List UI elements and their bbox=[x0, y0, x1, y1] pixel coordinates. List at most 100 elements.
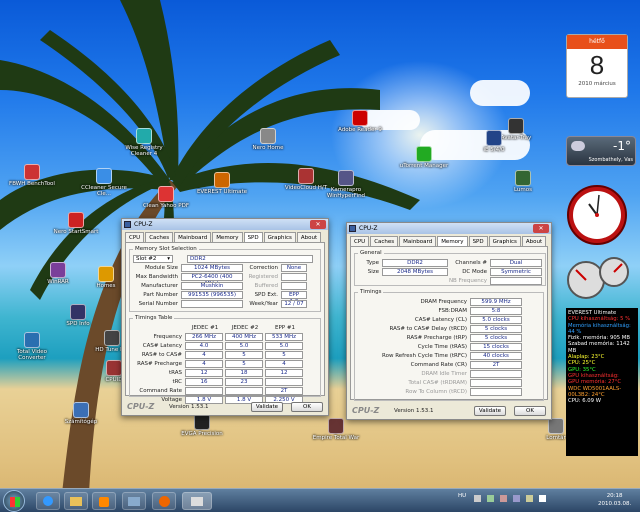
general-section: General Type DDR2 Channels # Dual Size 2… bbox=[354, 250, 546, 286]
tab-mainboard[interactable]: Mainboard bbox=[399, 236, 437, 246]
app-icon bbox=[73, 402, 89, 418]
slot-select[interactable]: Slot #2 ▾ bbox=[133, 254, 173, 263]
taskbar-firefox-icon[interactable] bbox=[152, 492, 176, 510]
app-icon bbox=[50, 262, 66, 278]
sensor-line: WDC WD5001AALS-00L3B2: 24°C bbox=[568, 385, 622, 398]
version-label: Version 1.53.1 bbox=[394, 408, 434, 414]
timing-label: tRAS bbox=[168, 369, 182, 376]
close-button[interactable]: ✕ bbox=[310, 220, 326, 229]
spd-label: Manufacturer bbox=[141, 282, 178, 289]
desktop-icon[interactable]: Total Video Converter bbox=[6, 332, 58, 361]
desktop-icon[interactable]: CCleaner Secure Cle... bbox=[78, 168, 130, 197]
desktop-icon-label: Nero Home bbox=[252, 145, 284, 151]
window-title: CPU-Z bbox=[359, 225, 378, 232]
tray-icon[interactable] bbox=[474, 495, 481, 502]
spd-value: EPP 1.0 bbox=[281, 290, 307, 305]
desktop-icon[interactable]: Clean Yahoo PDF bbox=[140, 186, 192, 209]
tray-icon[interactable] bbox=[487, 495, 494, 502]
memory-timing-label: Row To Column (tRCD) bbox=[405, 388, 467, 395]
tray-icon[interactable] bbox=[513, 495, 520, 502]
tab-strip: CPU Caches Mainboard Memory SPD Graphics About bbox=[122, 230, 328, 243]
weather-gadget[interactable]: -1° Szombathely, Vas bbox=[566, 136, 636, 166]
timing-value: 16 bbox=[185, 377, 223, 386]
desktop-icon-label: EVGA Precision bbox=[181, 431, 223, 437]
spd-value: None bbox=[281, 263, 307, 272]
tab-graphics[interactable]: Graphics bbox=[488, 236, 521, 246]
desktop-icon[interactable]: Lumos bbox=[497, 170, 549, 193]
memory-timing-row: RAS# Precharge (tRP) 5 clocks bbox=[358, 333, 540, 342]
tab-graphics[interactable]: Graphics bbox=[263, 232, 296, 242]
desktop-icon[interactable]: Wise Registry Cleaner 4 bbox=[118, 128, 170, 157]
timings-table: Frequency 266 MHz 400 MHz 533 MHz CAS# Laten… bbox=[133, 332, 317, 404]
section-title: Timings bbox=[360, 289, 382, 295]
tab-strip: CPU Caches Mainboard Memory SPD Graphics About bbox=[347, 234, 551, 247]
cpu-meter-gadget[interactable] bbox=[566, 254, 632, 300]
memory-timing-value: 5:8 bbox=[470, 306, 522, 315]
memory-timing-row: Total CAS# (tRDRAM) bbox=[358, 378, 540, 387]
volume-icon[interactable] bbox=[539, 495, 546, 502]
tab-cpu[interactable]: CPU bbox=[350, 236, 370, 246]
desktop-icon[interactable]: iE 5/4/0 bbox=[468, 130, 520, 153]
taskbar-explorer-icon[interactable] bbox=[64, 492, 88, 510]
tab-mainboard[interactable]: Mainboard bbox=[174, 232, 212, 242]
desktop-icon[interactable]: Nero Home bbox=[242, 128, 294, 151]
section-title: Timings Table bbox=[135, 315, 173, 321]
ok-button[interactable]: OK bbox=[514, 406, 546, 416]
language-indicator[interactable]: HU bbox=[458, 493, 466, 499]
nb-freq-label: NB Frequency bbox=[448, 277, 487, 284]
desktop-icon[interactable]: EVEREST Ultimate bbox=[196, 172, 248, 195]
tab-memory[interactable]: Memory bbox=[212, 232, 243, 242]
desktop-icon[interactable]: WinRAR bbox=[32, 262, 84, 285]
desktop-icon[interactable]: FBWH BenchTool bbox=[6, 164, 58, 187]
clock-gadget[interactable] bbox=[566, 184, 628, 246]
tab-caches[interactable]: Caches bbox=[145, 232, 174, 242]
timing-row: RAS# Precharge 4 5 4 bbox=[133, 359, 317, 368]
desktop-icon-label: Adobe Reader 9 bbox=[338, 127, 382, 133]
desktop-icon[interactable]: Empire Total War bbox=[310, 418, 362, 441]
timing-label: RAS# to CAS# bbox=[141, 351, 182, 358]
memory-timing-row: FSB:DRAM 5:8 bbox=[358, 306, 540, 315]
timing-value: 2T bbox=[265, 386, 303, 395]
close-button[interactable]: ✕ bbox=[533, 224, 549, 233]
desktop-icon[interactable]: Kamerapro WinHyperFind bbox=[320, 170, 372, 199]
memory-timing-value: 2T bbox=[470, 360, 522, 369]
timing-row: tRC 16 23 bbox=[133, 377, 317, 386]
desktop-icon[interactable]: Számítógép bbox=[55, 402, 107, 425]
timing-column-header: EPP #1 bbox=[275, 324, 295, 331]
app-icon bbox=[158, 186, 174, 202]
footer: CPU-Z Version 1.53.1 Validate OK bbox=[125, 400, 325, 413]
desktop-icon[interactable]: EVGA Precision bbox=[176, 414, 228, 437]
tray-icon[interactable] bbox=[500, 495, 507, 502]
everest-sensor-panel: EVEREST Ultimate CPU kihasználtság: 5 % Me… bbox=[566, 308, 638, 456]
desktop-icon[interactable]: Nero StartSmart bbox=[50, 212, 102, 235]
desktop-icon[interactable]: Adobe Reader 9 bbox=[334, 110, 386, 133]
cpuz-spd-window: CPU-Z ✕ CPU Caches Mainboard Memory SPD Graphi… bbox=[121, 218, 329, 416]
taskbar-network-icon[interactable] bbox=[122, 492, 146, 510]
desktop-icon[interactable]: SPD Info bbox=[52, 304, 104, 327]
title-bar[interactable]: CPU-Z ✕ bbox=[122, 219, 328, 230]
memory-timing-value: 40 clocks bbox=[470, 351, 522, 360]
ok-button[interactable]: OK bbox=[291, 402, 323, 412]
slot-section: Memory Slot Selection Slot #2 ▾ DDR2 Mod… bbox=[129, 246, 321, 312]
tab-about[interactable]: About bbox=[296, 232, 322, 242]
taskbar-cpuz-button[interactable] bbox=[182, 492, 212, 510]
taskbar-ie-icon[interactable] bbox=[36, 492, 60, 510]
tab-caches[interactable]: Caches bbox=[370, 236, 399, 246]
tab-cpu[interactable]: CPU bbox=[125, 232, 145, 242]
calendar-gadget[interactable]: hétfő 8 2010 március bbox=[566, 34, 628, 98]
tab-about[interactable]: About bbox=[521, 236, 547, 246]
desktop-icon-label: EVEREST Ultimate bbox=[196, 189, 248, 195]
desktop-icon[interactable]: uTorrent Manager bbox=[398, 146, 450, 169]
spd-label: Serial Number bbox=[138, 300, 178, 307]
clock[interactable]: 20:18 2010.03.08. bbox=[598, 492, 631, 508]
spd-row: Part Number991535 (996535) SPD Ext.EPP 1.… bbox=[133, 290, 317, 305]
start-button[interactable] bbox=[3, 490, 25, 512]
timing-value: 533 MHz bbox=[265, 332, 303, 341]
timing-row: Command Rate 2T bbox=[133, 386, 317, 395]
validate-button[interactable]: Validate bbox=[251, 402, 283, 412]
taskbar-media-player-icon[interactable] bbox=[92, 492, 116, 510]
tray-icon[interactable] bbox=[526, 495, 533, 502]
title-bar[interactable]: CPU-Z ✕ bbox=[347, 223, 551, 234]
tab-spd[interactable]: SPD bbox=[468, 236, 488, 246]
validate-button[interactable]: Validate bbox=[474, 406, 506, 416]
